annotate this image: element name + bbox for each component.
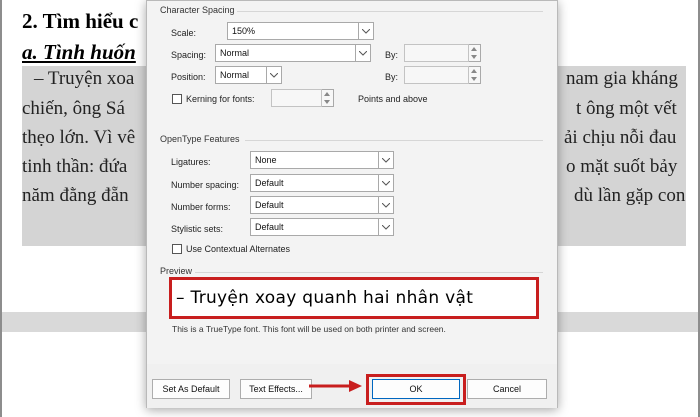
position-label: Position: (171, 72, 206, 82)
points-and-above-label: Points and above (358, 94, 428, 104)
ligatures-select[interactable]: None (250, 151, 379, 169)
group-divider (245, 140, 543, 141)
frame-border-left (0, 0, 2, 417)
spacing-by-input[interactable] (404, 44, 469, 62)
scale-dropdown-button[interactable] (359, 22, 374, 40)
spin-up-icon[interactable] (469, 67, 479, 75)
spin-up-icon[interactable] (469, 45, 479, 53)
position-select[interactable]: Normal (215, 66, 267, 84)
chevron-down-icon (382, 180, 390, 186)
chevron-down-icon (270, 72, 278, 78)
doc-line-left-5: năm đằng đẵn (22, 185, 129, 206)
scale-label: Scale: (171, 28, 197, 38)
spacing-select[interactable]: Normal (215, 44, 356, 62)
chevron-down-icon (359, 50, 367, 56)
stylistic-sets-dropdown-button[interactable] (379, 218, 394, 236)
kerning-label: Kerning for fonts: (186, 94, 255, 104)
spin-down-icon[interactable] (469, 75, 479, 83)
scale-combobox[interactable]: 150% (227, 22, 359, 40)
group-divider (195, 272, 543, 273)
preview-sample-text: – Truyện xoay quanh hai nhân vật (176, 288, 474, 308)
position-by-input[interactable] (404, 66, 469, 84)
doc-line-left-3: thẹo lớn. Vì vê (22, 127, 136, 148)
spacing-by-spinner[interactable] (469, 44, 481, 62)
doc-subheading: a. Tình huốn (22, 40, 136, 64)
doc-line-right-3: ải chịu nỗi đau (564, 127, 677, 148)
kerning-points-input[interactable] (271, 89, 322, 107)
spacing-dropdown-button[interactable] (356, 44, 371, 62)
contextual-alternates-label: Use Contextual Alternates (186, 244, 291, 254)
position-dropdown-button[interactable] (267, 66, 282, 84)
kerning-spinner[interactable] (322, 89, 334, 107)
doc-line-left-1: – Truyện xoa (34, 68, 135, 89)
doc-line-right-5: dù lần gặp con (574, 185, 686, 206)
stylistic-sets-select[interactable]: Default (250, 218, 379, 236)
number-forms-dropdown-button[interactable] (379, 196, 394, 214)
number-spacing-select[interactable]: Default (250, 174, 379, 192)
preview-box-highlight: – Truyện xoay quanh hai nhân vật (169, 277, 539, 319)
doc-line-right-4: o mặt suốt bảy (566, 156, 678, 177)
group-divider (237, 11, 543, 12)
doc-line-right-1: nam gia kháng (566, 68, 678, 89)
number-forms-label: Number forms: (171, 202, 231, 212)
opentype-features-title: OpenType Features (160, 134, 240, 144)
doc-heading: 2. Tìm hiểu c (22, 9, 139, 33)
spacing-by-label: By: (385, 50, 399, 60)
stylistic-sets-label: Stylistic sets: (171, 224, 224, 234)
spacing-label: Spacing: (171, 50, 207, 60)
ligatures-dropdown-button[interactable] (379, 151, 394, 169)
preview-title: Preview (160, 266, 193, 276)
chevron-down-icon (362, 28, 370, 34)
chevron-down-icon (382, 224, 390, 230)
spin-down-icon[interactable] (469, 53, 479, 61)
ok-button[interactable]: OK (372, 379, 460, 399)
font-dialog: Character Spacing Scale: 150% Spacing: N… (146, 0, 558, 408)
spin-up-icon[interactable] (322, 90, 332, 98)
position-by-label: By: (385, 72, 399, 82)
contextual-alternates-checkbox[interactable] (172, 244, 182, 254)
preview-font-note: This is a TrueType font. This font will … (172, 324, 446, 334)
doc-line-left-2: chiến, ông Sá (22, 98, 125, 119)
cancel-button[interactable]: Cancel (467, 379, 547, 399)
set-as-default-button[interactable]: Set As Default (152, 379, 230, 399)
position-by-spinner[interactable] (469, 66, 481, 84)
chevron-down-icon (382, 202, 390, 208)
text-effects-button[interactable]: Text Effects... (240, 379, 312, 399)
doc-line-left-4: tinh thần: đứa (22, 156, 128, 177)
character-spacing-title: Character Spacing (160, 5, 235, 15)
number-spacing-dropdown-button[interactable] (379, 174, 394, 192)
spin-down-icon[interactable] (322, 98, 332, 106)
ligatures-label: Ligatures: (171, 157, 211, 167)
number-forms-select[interactable]: Default (250, 196, 379, 214)
chevron-down-icon (382, 157, 390, 163)
doc-line-right-2: t ông một vết (576, 98, 677, 119)
kerning-checkbox[interactable] (172, 94, 182, 104)
red-arrow-icon (309, 380, 362, 392)
number-spacing-label: Number spacing: (171, 180, 240, 190)
